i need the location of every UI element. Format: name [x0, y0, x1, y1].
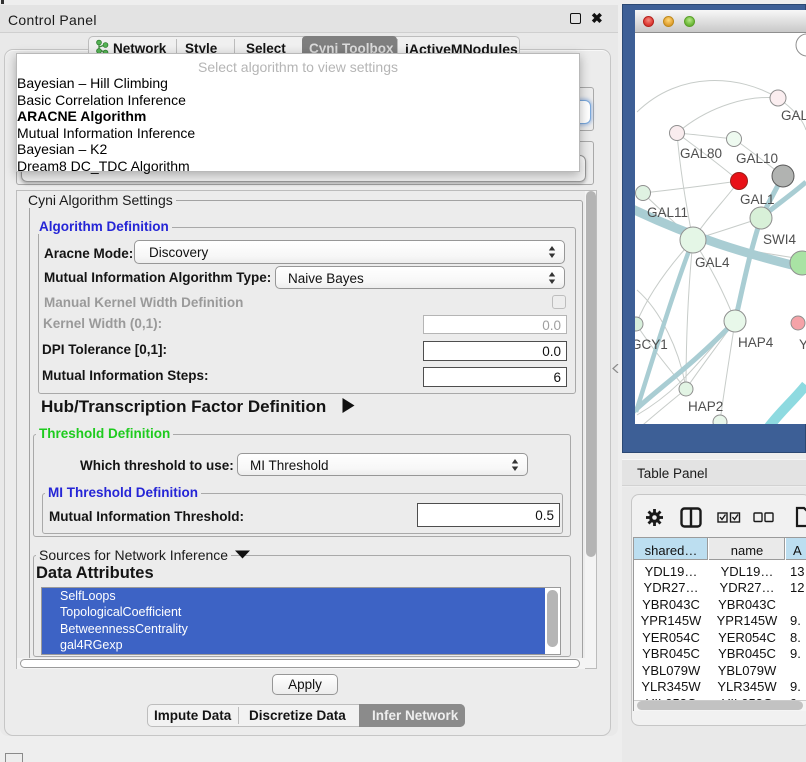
svg-text:GAL1: GAL1: [740, 192, 775, 207]
svg-text:GAL11: GAL11: [647, 205, 688, 220]
svg-text:GAL10: GAL10: [736, 151, 778, 166]
svg-text:GCY1: GCY1: [635, 337, 668, 352]
svg-text:GAL2: GAL2: [781, 108, 806, 123]
svg-text:Y: Y: [799, 337, 806, 352]
svg-text:GAL4: GAL4: [695, 255, 730, 270]
svg-text:GAL80: GAL80: [680, 146, 722, 161]
svg-text:HAP4: HAP4: [738, 335, 774, 350]
svg-text:SWI4: SWI4: [763, 232, 796, 247]
svg-text:HAP2: HAP2: [688, 399, 723, 414]
